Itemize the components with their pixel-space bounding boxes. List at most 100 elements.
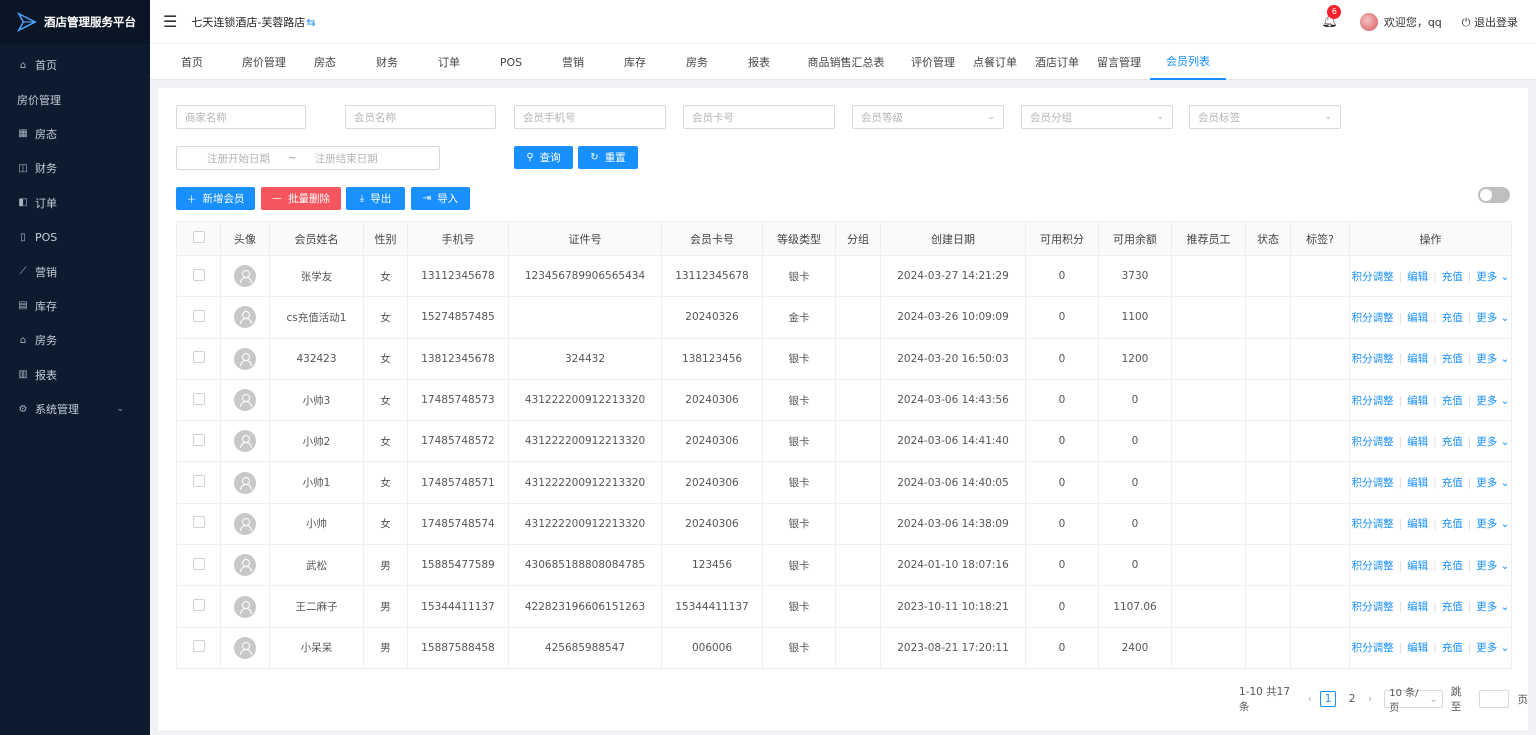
sidebar-item-3[interactable]: ◫ 财务 [0,151,150,185]
sidebar-item-7[interactable]: ▤ 库存 [0,289,150,323]
sidebar-item-9[interactable]: ▥ 报表 [0,358,150,392]
hotel-switcher[interactable]: 七天连锁酒店-芙蓉路店⇆ [191,14,315,30]
row-checkbox[interactable] [192,640,205,653]
row-select-cell[interactable] [176,626,221,669]
row-select-cell[interactable] [176,378,221,422]
points-adjust-link[interactable]: 积分调整 [1352,312,1394,324]
points-adjust-link[interactable]: 积分调整 [1352,271,1394,283]
points-adjust-link[interactable]: 积分调整 [1352,477,1394,489]
reset-button[interactable]: ↻ 重置 [578,146,638,169]
recharge-link[interactable]: 充值 [1442,477,1463,489]
brand[interactable]: 酒店管理服务平台 [0,0,150,44]
tab-11[interactable]: 评价管理 [902,44,964,80]
tab-1[interactable]: 房价管理 [234,44,294,80]
more-dropdown[interactable]: 更多 ⌄ [1476,312,1509,324]
avatar[interactable] [1359,12,1378,31]
more-dropdown[interactable]: 更多 ⌄ [1476,560,1509,572]
jump-page-input[interactable] [1478,690,1510,708]
tab-8[interactable]: 房务 [666,44,728,80]
row-select-cell[interactable] [176,461,221,504]
sidebar-item-0[interactable]: ⌂ 首页 [0,48,150,82]
sidebar-item-10[interactable]: ⚙ 系统管理 ⌄ [0,392,150,426]
points-adjust-link[interactable]: 积分调整 [1352,518,1394,530]
row-checkbox[interactable] [192,516,205,529]
tab-7[interactable]: 库存 [604,44,666,80]
tab-0[interactable]: 首页 [150,44,234,80]
recharge-link[interactable]: 充值 [1442,601,1463,613]
member-name-input[interactable]: 会员名称 [345,105,496,129]
tab-15[interactable]: 会员列表 [1150,44,1226,80]
sidebar-item-6[interactable]: ⟋ 营销 [0,254,150,288]
edit-link[interactable]: 编辑 [1407,353,1428,365]
member-group-select[interactable]: 会员分组 ⌄ [1021,105,1173,129]
row-select-cell[interactable] [176,502,221,546]
more-dropdown[interactable]: 更多 ⌄ [1476,477,1509,489]
register-date-range[interactable]: 注册开始日期 ~ 注册结束日期 [176,146,440,170]
member-phone-input[interactable]: 会员手机号 [514,105,666,129]
row-select-cell[interactable] [176,254,221,298]
more-dropdown[interactable]: 更多 ⌄ [1476,436,1509,448]
notification-bell[interactable]: 🔔︎ 6 [1321,5,1342,29]
points-adjust-link[interactable]: 积分调整 [1352,395,1394,407]
edit-link[interactable]: 编辑 [1407,395,1428,407]
recharge-link[interactable]: 充值 [1442,560,1463,572]
recharge-link[interactable]: 充值 [1442,271,1463,283]
tab-6[interactable]: 营销 [542,44,604,80]
recharge-link[interactable]: 充值 [1442,642,1463,654]
edit-link[interactable]: 编辑 [1407,518,1428,530]
member-card-input[interactable]: 会员卡号 [683,105,835,129]
row-checkbox[interactable] [192,599,205,612]
select-all-checkbox[interactable] [192,231,205,243]
row-checkbox[interactable] [192,392,205,405]
edit-link[interactable]: 编辑 [1407,436,1428,448]
recharge-link[interactable]: 充值 [1442,353,1463,365]
tab-2[interactable]: 房态 [294,44,356,80]
select-all-cell[interactable] [176,221,221,256]
row-select-cell[interactable] [176,585,221,628]
column-toggle-switch[interactable] [1478,187,1510,203]
row-checkbox[interactable] [192,351,205,364]
more-dropdown[interactable]: 更多 ⌄ [1476,271,1509,283]
row-checkbox[interactable] [192,557,205,570]
export-button[interactable]: ⤓ 导出 [346,187,405,210]
more-dropdown[interactable]: 更多 ⌄ [1476,642,1509,654]
member-tag-select[interactable]: 会员标签 ⌄ [1189,105,1341,129]
points-adjust-link[interactable]: 积分调整 [1352,436,1394,448]
batch-delete-button[interactable]: — 批量删除 [261,187,341,210]
sidebar-item-2[interactable]: ▦ 房态 [0,117,150,151]
edit-link[interactable]: 编辑 [1407,601,1428,613]
more-dropdown[interactable]: 更多 ⌄ [1476,518,1509,530]
points-adjust-link[interactable]: 积分调整 [1352,560,1394,572]
edit-link[interactable]: 编辑 [1407,271,1428,283]
row-select-cell[interactable] [176,296,221,339]
tab-14[interactable]: 留言管理 [1088,44,1150,80]
row-checkbox[interactable] [192,475,205,488]
menu-fold-icon[interactable]: ☰ [163,12,177,31]
import-button[interactable]: ⇥ 导入 [411,187,470,210]
recharge-link[interactable]: 充值 [1442,312,1463,324]
row-select-cell[interactable] [176,337,221,380]
edit-link[interactable]: 编辑 [1407,642,1428,654]
recharge-link[interactable]: 充值 [1442,518,1463,530]
edit-link[interactable]: 编辑 [1407,477,1428,489]
sidebar-item-8[interactable]: ⌂ 房务 [0,323,150,357]
prev-page-icon[interactable]: ‹ [1308,693,1312,705]
tab-5[interactable]: POS [480,44,542,80]
merchant-name-input[interactable]: 商家名称 [176,105,306,129]
tab-10[interactable]: 商品销售汇总表 [790,44,902,80]
points-adjust-link[interactable]: 积分调整 [1352,601,1394,613]
tab-13[interactable]: 酒店订单 [1026,44,1088,80]
tab-12[interactable]: 点餐订单 [964,44,1026,80]
next-page-icon[interactable]: › [1368,693,1372,705]
tab-4[interactable]: 订单 [418,44,480,80]
tab-3[interactable]: 财务 [356,44,418,80]
member-level-select[interactable]: 会员等级 ⌄ [852,105,1004,129]
add-member-button[interactable]: ＋ 新增会员 [176,187,255,210]
tab-9[interactable]: 报表 [728,44,790,80]
page-2[interactable]: 2 [1344,691,1360,707]
edit-link[interactable]: 编辑 [1407,560,1428,572]
recharge-link[interactable]: 充值 [1442,436,1463,448]
sidebar-item-1[interactable]: 房价管理 [0,82,150,116]
more-dropdown[interactable]: 更多 ⌄ [1476,601,1509,613]
recharge-link[interactable]: 充值 [1442,395,1463,407]
